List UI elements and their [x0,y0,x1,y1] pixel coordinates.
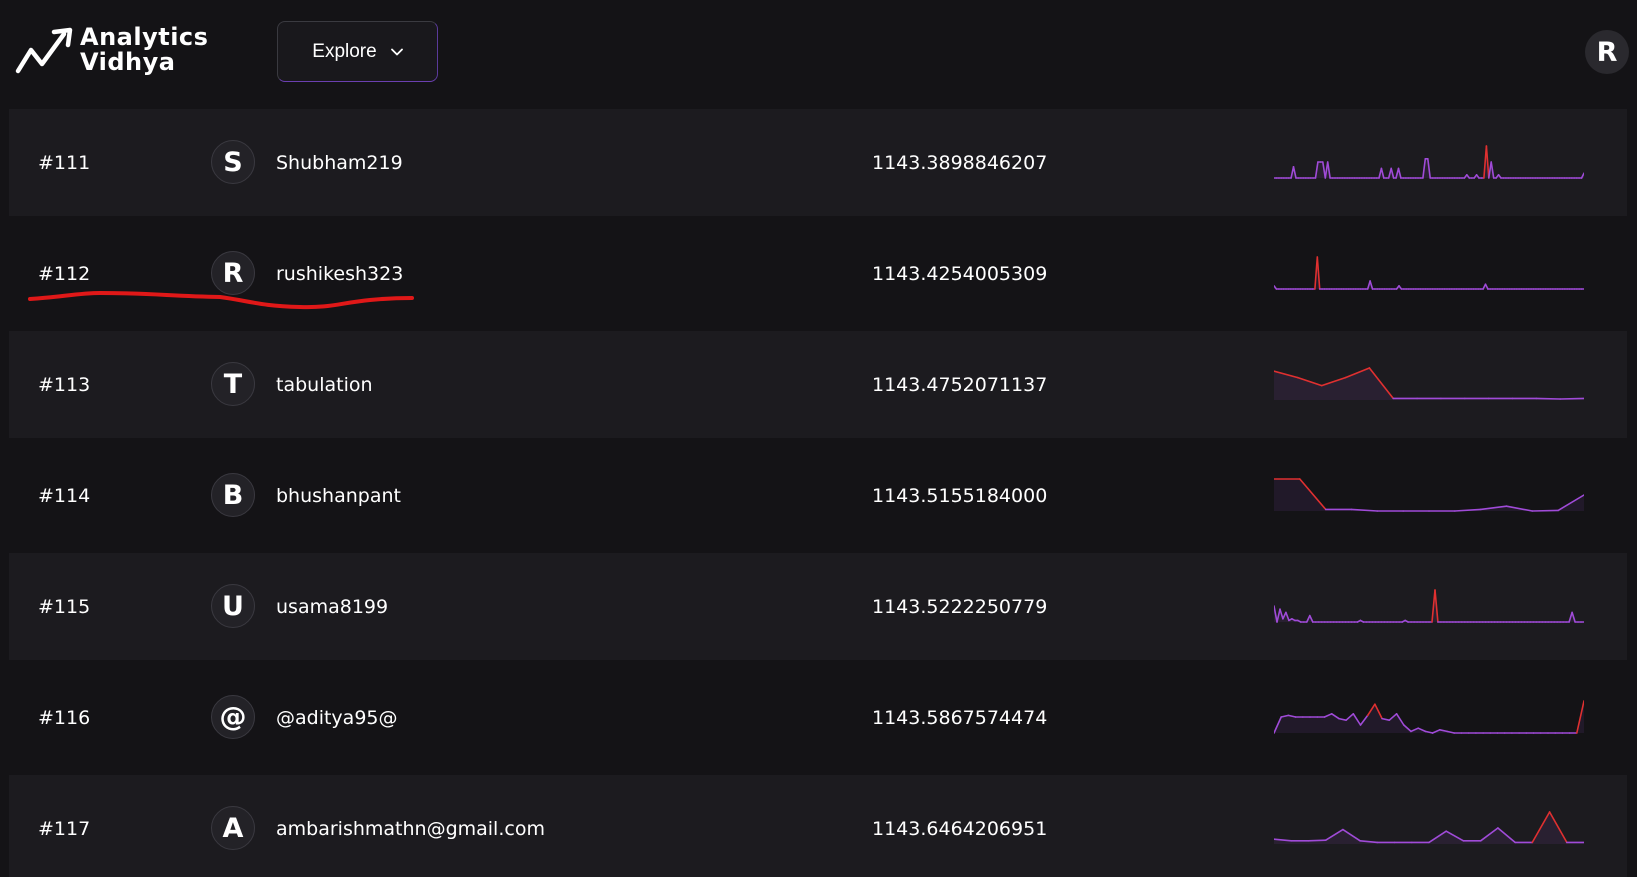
trend-sparkline [1274,589,1584,623]
trend-sparkline [1274,811,1584,844]
rank-label: #111 [38,151,91,174]
avatar[interactable]: @ [211,695,255,739]
sparkline-area [1274,257,1584,289]
logo-line-2: Vidhya [80,48,176,76]
leaderboard-row[interactable]: #115 Uusama8199 1143.5222250779 [9,553,1627,660]
sparkline-segment [1307,839,1327,842]
score-value: 1143.5155184000 [872,484,1048,507]
sparkline-segment [1535,397,1562,400]
analytics-vidhya-logo[interactable]: Analytics Vidhya [14,20,214,80]
leaderboard-row[interactable]: #114 Bbhushanpant 1143.5155184000 [9,442,1627,549]
avatar[interactable]: B [211,473,255,517]
leaderboard-row[interactable]: #113 Ttabulation 1143.4752071137 [9,331,1627,438]
sparkline-segment [1559,397,1584,400]
leaderboard-row[interactable]: #112 Rrushikesh323 1143.4254005309 [9,220,1627,327]
sparkline-area [1274,812,1584,844]
rank-label: #112 [38,262,91,285]
logo-line-1: Analytics [80,23,209,51]
username-link[interactable]: tabulation [276,331,373,438]
trend-sparkline [1274,256,1584,290]
top-nav: Analytics Vidhya Explore R [0,0,1637,104]
username-link[interactable]: bhushanpant [276,442,401,549]
trend-sparkline [1274,478,1584,512]
leaderboard-page: Analytics Vidhya Explore R #111 S Shubham2… [0,0,1637,877]
trend-sparkline [1274,145,1584,179]
rank-label: #115 [38,595,91,618]
trend-sparkline [1274,700,1584,734]
username-link[interactable]: rushikesh323 [276,220,403,327]
score-value: 1143.5222250779 [872,595,1048,618]
explore-button[interactable]: Explore [277,21,438,82]
rank-label: #116 [38,706,91,729]
sparkline-area [1274,479,1584,511]
avatar[interactable]: S [211,140,255,184]
sparkline-segment [1531,509,1560,512]
rank-label: #114 [38,484,91,507]
sparkline-area [1274,368,1584,400]
username-link[interactable]: usama8199 [276,553,388,660]
leaderboard-row[interactable]: #116 @ @aditya95@ 1143.5867574474 [9,664,1627,771]
score-value: 1143.5867574474 [872,706,1048,729]
chevron-down-icon [390,48,403,55]
score-value: 1143.3898846207 [872,151,1048,174]
trend-arrow-icon [15,27,73,74]
username-link[interactable]: Shubham219 [276,109,403,216]
leaderboard-row[interactable]: #111 S Shubham219 1143.3898846207 [9,109,1627,216]
user-avatar[interactable]: R [1585,30,1629,74]
explore-label: Explore [312,40,377,62]
username-link[interactable]: @aditya95@ [276,664,398,771]
score-value: 1143.4752071137 [872,373,1048,396]
sparkline-area [1274,590,1584,622]
score-value: 1143.6464206951 [872,817,1048,840]
logo-wordmark: Analytics Vidhya [80,25,208,75]
avatar[interactable]: A [211,806,255,850]
avatar[interactable]: T [211,362,255,406]
trend-sparkline [1274,367,1584,400]
score-value: 1143.4254005309 [872,262,1048,285]
leaderboard-row[interactable]: #117 Aambarishmathn@gmail.com 1143.6464206… [9,775,1627,877]
username-link[interactable]: ambarishmathn@gmail.com [276,775,545,877]
avatar[interactable]: U [211,584,255,628]
rank-label: #113 [38,373,91,396]
rank-label: #117 [38,817,91,840]
avatar[interactable]: R [211,251,255,295]
